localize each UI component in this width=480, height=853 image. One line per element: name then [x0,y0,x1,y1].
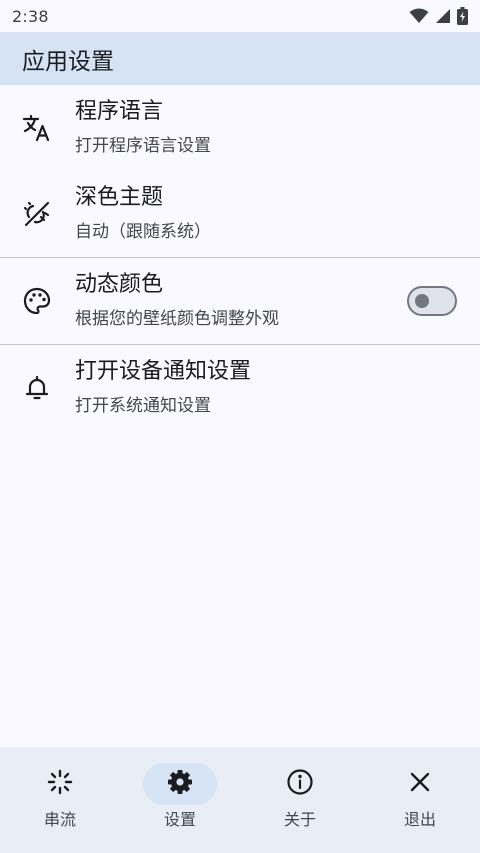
setting-title: 动态颜色 [75,272,164,297]
stream-icon [45,767,75,801]
dynamic-color-toggle[interactable] [407,286,457,316]
settings-list: 程序语言 打开程序语言设置 深色主题 自动（跟随系统） 动态颜色 根据您的壁纸颜… [0,85,480,431]
setting-subtitle: 自动（跟随系统） [75,222,211,242]
wifi-icon [409,8,429,24]
nav-indicator-active [143,763,217,805]
cell-signal-icon [435,8,451,24]
dark-mode-icon [21,198,53,230]
setting-notifications[interactable]: 打开设备通知设置 打开系统通知设置 [0,345,480,431]
setting-subtitle: 打开系统通知设置 [75,396,211,416]
setting-title: 打开设备通知设置 [75,359,252,384]
translate-icon [21,112,53,144]
status-time: 2:38 [12,6,49,26]
app-bar: 应用设置 [0,32,480,85]
setting-title: 深色主题 [75,185,164,210]
nav-item-stream[interactable]: 串流 [0,747,120,853]
nav-label: 设置 [163,810,196,829]
nav-indicator [23,763,97,805]
nav-label: 关于 [283,810,316,829]
setting-dark-theme[interactable]: 深色主题 自动（跟随系统） [0,171,480,257]
toggle-knob [415,294,429,308]
status-bar: 2:38 [0,0,480,32]
setting-text: 打开设备通知设置 打开系统通知设置 [75,358,251,418]
bottom-navigation: 串流 设置 关于 退出 [0,747,480,853]
setting-app-language[interactable]: 程序语言 打开程序语言设置 [0,85,480,171]
setting-text: 动态颜色 根据您的壁纸颜色调整外观 [75,271,279,331]
settings-screen: 2:38 应用设置 程序语言 打开程序语言设置 深色主题 自动（跟随系统） 动态… [0,0,480,853]
setting-dynamic-color[interactable]: 动态颜色 根据您的壁纸颜色调整外观 [0,258,480,344]
nav-item-settings[interactable]: 设置 [120,747,240,853]
palette-icon [21,285,53,317]
status-icons [409,7,468,25]
bell-icon [21,372,53,404]
page-title: 应用设置 [22,48,114,75]
setting-title: 程序语言 [75,99,164,124]
battery-charging-icon [457,7,468,25]
nav-indicator [263,763,337,805]
nav-item-about[interactable]: 关于 [240,747,360,853]
nav-indicator [383,763,457,805]
nav-item-exit[interactable]: 退出 [360,747,480,853]
info-icon [285,767,315,801]
nav-label: 退出 [403,810,436,829]
gear-icon [165,767,195,801]
nav-label: 串流 [43,810,76,829]
close-icon [405,767,435,801]
setting-text: 程序语言 打开程序语言设置 [75,98,211,158]
setting-subtitle: 打开程序语言设置 [75,136,211,156]
setting-subtitle: 根据您的壁纸颜色调整外观 [75,309,279,329]
setting-text: 深色主题 自动（跟随系统） [75,184,211,244]
